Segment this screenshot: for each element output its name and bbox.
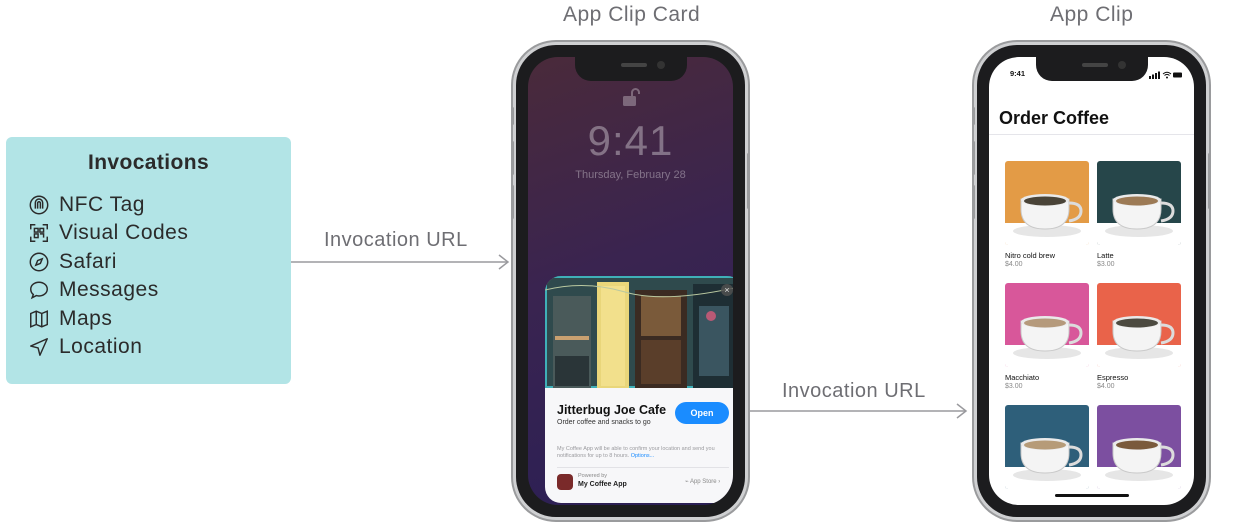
qr-code-icon bbox=[30, 224, 48, 242]
speaker bbox=[620, 63, 647, 67]
card-notice: My Coffee App will be able to confirm yo… bbox=[557, 446, 729, 459]
arrow-1 bbox=[291, 254, 510, 270]
product-card[interactable] bbox=[1005, 405, 1089, 489]
mute-switch bbox=[511, 107, 514, 125]
coffee-cup-icon bbox=[1005, 438, 1089, 489]
coffee-cup-icon bbox=[1005, 194, 1089, 245]
invocations-box: Invocations NFC Tag Visual Codes Safari … bbox=[6, 137, 291, 384]
app-clip-card[interactable]: × Jitterbug Joe Cafe Order coffee and sn… bbox=[545, 276, 733, 503]
product-price: $3.00 bbox=[1097, 261, 1115, 268]
coffee-cup-icon bbox=[1097, 438, 1181, 489]
product-card[interactable]: Latte $3.00 bbox=[1097, 161, 1181, 268]
open-button[interactable]: Open bbox=[675, 402, 729, 424]
volume-down-button bbox=[972, 185, 975, 219]
lock-date: Thursday, February 28 bbox=[575, 169, 686, 181]
invocations-heading: Invocations bbox=[87, 151, 210, 174]
invocation-nfc-tag: NFC Tag bbox=[28, 192, 145, 218]
volume-down-button bbox=[511, 185, 514, 219]
product-image bbox=[1005, 283, 1089, 367]
nfc-icon bbox=[29, 195, 49, 215]
volume-up-button bbox=[972, 141, 975, 175]
cafe-photo bbox=[545, 276, 733, 388]
invocation-location: Location bbox=[28, 334, 142, 360]
app-clip-screen: 9:41 Order Coffee Nitro cold brew $4.00 La… bbox=[989, 57, 1194, 505]
speaker bbox=[1081, 63, 1108, 67]
app-icon bbox=[557, 474, 573, 490]
product-price: $4.00 bbox=[1005, 261, 1023, 268]
coffee-cup-icon bbox=[1097, 194, 1181, 245]
product-name: Espresso bbox=[1097, 373, 1129, 382]
volume-up-button bbox=[511, 141, 514, 175]
compass-icon bbox=[29, 252, 49, 272]
close-icon[interactable]: × bbox=[721, 284, 733, 296]
phone-app-clip: 9:41 Order Coffee Nitro cold brew $4.00 La… bbox=[972, 45, 1211, 517]
invocation-label: Safari bbox=[59, 250, 117, 273]
lock-time: 9:41 bbox=[587, 117, 674, 164]
product-image bbox=[1097, 283, 1181, 367]
power-button bbox=[747, 153, 750, 209]
app-store-link[interactable]: ⌁ App Store › bbox=[685, 478, 720, 485]
card-subtitle: Order coffee and snacks to go bbox=[557, 419, 651, 426]
mute-switch bbox=[972, 107, 975, 125]
invocation-label: Location bbox=[59, 335, 143, 358]
location-arrow-icon bbox=[30, 338, 48, 356]
order-coffee-title: Order Coffee bbox=[999, 108, 1110, 128]
home-indicator[interactable] bbox=[1054, 494, 1129, 497]
invocation-url-label-2: Invocation URL bbox=[782, 380, 926, 402]
notch bbox=[1035, 57, 1148, 81]
product-name: Nitro cold brew bbox=[1005, 251, 1056, 260]
message-bubble-icon bbox=[30, 281, 48, 300]
status-time: 9:41 bbox=[1010, 69, 1026, 78]
app-store-label: App Store bbox=[689, 479, 717, 485]
product-card[interactable]: Macchiato $3.00 bbox=[1005, 283, 1089, 390]
invocation-maps: Maps bbox=[28, 306, 112, 332]
notch bbox=[574, 57, 687, 81]
product-name: Latte bbox=[1097, 251, 1114, 260]
invocation-safari: Safari bbox=[28, 249, 117, 275]
power-button bbox=[1208, 153, 1211, 209]
lock-screen: 9:41 Thursday, February 28 × Jitterbug J… bbox=[528, 57, 733, 505]
status-icons bbox=[1149, 71, 1182, 79]
front-camera bbox=[656, 61, 665, 69]
coffee-cup-icon bbox=[1097, 316, 1181, 367]
card-title: Jitterbug Joe Cafe bbox=[557, 403, 667, 417]
phone-app-clip-card: 9:41 Thursday, February 28 × Jitterbug J… bbox=[511, 45, 750, 517]
app-name: My Coffee App bbox=[578, 481, 627, 488]
invocation-label: Visual Codes bbox=[59, 221, 189, 244]
app-clip-title: App Clip bbox=[1050, 3, 1134, 26]
product-image bbox=[1005, 405, 1089, 489]
card-divider bbox=[557, 467, 729, 468]
product-price: $4.00 bbox=[1097, 383, 1115, 390]
product-image bbox=[1005, 161, 1089, 245]
invocation-label: NFC Tag bbox=[59, 193, 145, 216]
header-divider bbox=[989, 134, 1194, 135]
invocation-visual-codes: Visual Codes bbox=[28, 220, 188, 246]
invocation-url-label-1: Invocation URL bbox=[324, 229, 468, 251]
unlock-icon bbox=[623, 88, 640, 106]
product-image bbox=[1097, 405, 1181, 489]
map-icon bbox=[30, 310, 48, 328]
options-link[interactable]: Options... bbox=[631, 453, 655, 459]
invocation-messages: Messages bbox=[28, 277, 159, 303]
product-card[interactable]: Espresso $4.00 bbox=[1097, 283, 1181, 390]
app-clip-card-title: App Clip Card bbox=[563, 3, 701, 26]
coffee-cup-icon bbox=[1005, 316, 1089, 367]
product-card[interactable]: Nitro cold brew $4.00 bbox=[1005, 161, 1089, 268]
powered-by-label: Powered by bbox=[578, 473, 608, 479]
front-camera bbox=[1117, 61, 1126, 69]
product-name: Macchiato bbox=[1005, 373, 1040, 382]
invocation-label: Maps bbox=[59, 307, 113, 330]
product-price: $3.00 bbox=[1005, 383, 1023, 390]
product-image bbox=[1097, 161, 1181, 245]
invocation-label: Messages bbox=[59, 278, 159, 301]
product-card[interactable] bbox=[1097, 405, 1181, 489]
